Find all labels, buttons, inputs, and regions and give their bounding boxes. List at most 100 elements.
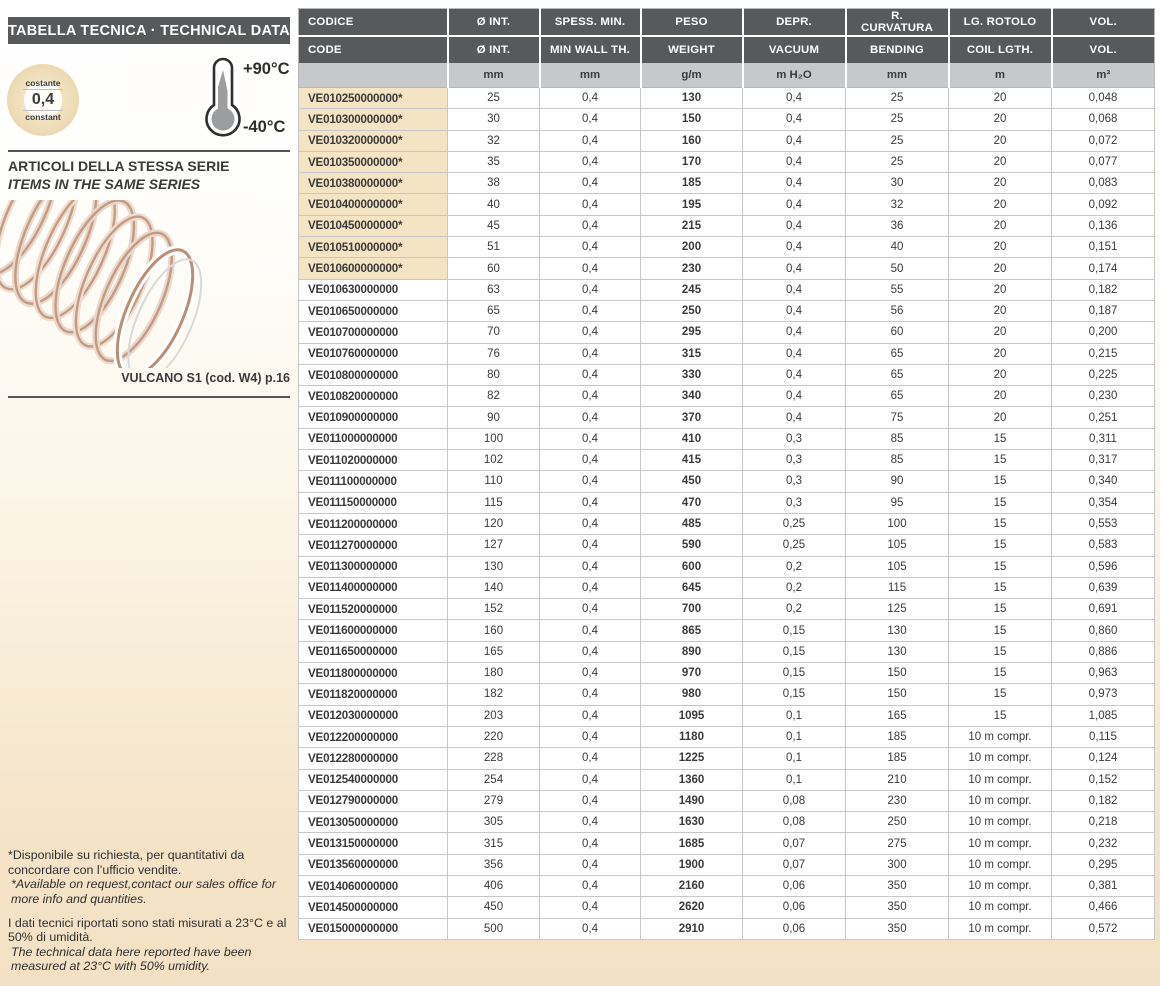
cell-coil-length: 15 (949, 599, 1052, 620)
table-row: VE0135600000003560,419000,0730010 m comp… (299, 854, 1155, 875)
temperature-min: -40°C (243, 118, 285, 137)
table-row: VE0116500000001650,48900,15130150,886 (299, 641, 1155, 662)
cell-vacuum: 0,1 (743, 726, 846, 747)
cell-min-wall-thickness: 0,4 (540, 194, 641, 215)
cell-weight: 485 (641, 513, 743, 534)
header-row-it: CODICEØ INT.SPESS. MIN.PESODEPR.R. CURVA… (299, 9, 1155, 37)
cell-code: VE011300000000 (299, 556, 448, 577)
cell-inner-diameter: 220 (448, 726, 540, 747)
cell-bending-radius: 150 (846, 663, 949, 684)
column-header-coil-length: COIL LGTH. (949, 36, 1052, 63)
cell-volume: 0,691 (1052, 599, 1155, 620)
cell-inner-diameter: 500 (448, 918, 540, 939)
cell-min-wall-thickness: 0,4 (540, 790, 641, 811)
cell-inner-diameter: 40 (448, 194, 540, 215)
cell-inner-diameter: 140 (448, 577, 540, 598)
cell-coil-length: 20 (949, 130, 1052, 151)
cell-weight: 370 (641, 407, 743, 428)
cell-min-wall-thickness: 0,4 (540, 428, 641, 449)
table-row: VE0150000000005000,429100,0635010 m comp… (299, 918, 1155, 939)
cell-coil-length: 10 m compr. (949, 769, 1052, 790)
cell-coil-length: 10 m compr. (949, 726, 1052, 747)
column-header-volume: VOL. (1052, 9, 1155, 37)
unit-weight: g/m (641, 63, 743, 88)
footnote-measurement-en: The technical data here reported have be… (8, 945, 300, 974)
cell-volume: 0,182 (1052, 790, 1155, 811)
header-row-en: CODEØ INT.MIN WALL TH.WEIGHTVACUUMBENDIN… (299, 36, 1155, 63)
badge-label-en: constant (25, 113, 60, 122)
cell-bending-radius: 60 (846, 322, 949, 343)
cell-bending-radius: 65 (846, 343, 949, 364)
cell-code: VE012790000000 (299, 790, 448, 811)
cell-bending-radius: 185 (846, 748, 949, 769)
cell-code: VE012030000000 (299, 705, 448, 726)
cell-min-wall-thickness: 0,4 (540, 450, 641, 471)
cell-bending-radius: 85 (846, 428, 949, 449)
cell-inner-diameter: 356 (448, 854, 540, 875)
cell-min-wall-thickness: 0,4 (540, 386, 641, 407)
cell-bending-radius: 350 (846, 875, 949, 896)
cell-weight: 2910 (641, 918, 743, 939)
table-row: VE0125400000002540,413600,121010 m compr… (299, 769, 1155, 790)
cell-weight: 1360 (641, 769, 743, 790)
cell-code: VE011020000000 (299, 450, 448, 471)
column-header-code: CODE (299, 36, 448, 63)
unit-vacuum: m H₂O (743, 63, 846, 88)
section-title-bar: TABELLA TECNICA · TECHNICAL DATA (8, 17, 290, 44)
table-row: VE0113000000001300,46000,2105150,596 (299, 556, 1155, 577)
cell-inner-diameter: 51 (448, 237, 540, 258)
cell-coil-length: 20 (949, 279, 1052, 300)
cell-coil-length: 15 (949, 684, 1052, 705)
cell-inner-diameter: 63 (448, 279, 540, 300)
units-row: mmmmg/mm H₂Ommmm³ (299, 63, 1155, 88)
cell-code: VE010510000000* (299, 237, 448, 258)
table-row: VE0115200000001520,47000,2125150,691 (299, 599, 1155, 620)
cell-inner-diameter: 120 (448, 513, 540, 534)
cell-coil-length: 20 (949, 407, 1052, 428)
cell-code: VE010350000000* (299, 151, 448, 172)
cell-vacuum: 0,4 (743, 173, 846, 194)
cell-coil-length: 15 (949, 556, 1052, 577)
cell-min-wall-thickness: 0,4 (540, 769, 641, 790)
temperature-max: +90°C (243, 60, 290, 79)
cell-code: VE010400000000* (299, 194, 448, 215)
cell-min-wall-thickness: 0,4 (540, 151, 641, 172)
cell-min-wall-thickness: 0,4 (540, 130, 641, 151)
cell-vacuum: 0,15 (743, 620, 846, 641)
cell-vacuum: 0,4 (743, 130, 846, 151)
cell-code: VE011000000000 (299, 428, 448, 449)
cell-min-wall-thickness: 0,4 (540, 854, 641, 875)
cell-volume: 0,230 (1052, 386, 1155, 407)
cell-weight: 200 (641, 237, 743, 258)
cell-bending-radius: 115 (846, 577, 949, 598)
cell-min-wall-thickness: 0,4 (540, 492, 641, 513)
table-row: VE0111000000001100,44500,390150,340 (299, 471, 1155, 492)
cell-min-wall-thickness: 0,4 (540, 599, 641, 620)
cell-weight: 250 (641, 300, 743, 321)
cell-weight: 1180 (641, 726, 743, 747)
cell-coil-length: 10 m compr. (949, 875, 1052, 896)
cell-code: VE011800000000 (299, 663, 448, 684)
cell-bending-radius: 95 (846, 492, 949, 513)
cell-volume: 0,072 (1052, 130, 1155, 151)
cell-min-wall-thickness: 0,4 (540, 641, 641, 662)
cell-weight: 340 (641, 386, 743, 407)
cell-min-wall-thickness: 0,4 (540, 918, 641, 939)
table-row: VE0114000000001400,46450,2115150,639 (299, 577, 1155, 598)
cell-bending-radius: 65 (846, 386, 949, 407)
cell-coil-length: 15 (949, 513, 1052, 534)
cell-weight: 315 (641, 343, 743, 364)
product-photo-spiral-hose (0, 200, 290, 368)
cell-inner-diameter: 102 (448, 450, 540, 471)
footnote-measurement-it: I dati tecnici riportati sono stati misu… (8, 916, 300, 945)
cell-coil-length: 20 (949, 343, 1052, 364)
column-header-inner-diameter: Ø INT. (448, 9, 540, 37)
cell-inner-diameter: 305 (448, 812, 540, 833)
cell-coil-length: 10 m compr. (949, 748, 1052, 769)
cell-vacuum: 0,08 (743, 790, 846, 811)
cell-code: VE010600000000* (299, 258, 448, 279)
cell-vacuum: 0,1 (743, 769, 846, 790)
table-row: VE010700000000700,42950,460200,200 (299, 322, 1155, 343)
cell-volume: 0,048 (1052, 88, 1155, 109)
cell-coil-length: 10 m compr. (949, 790, 1052, 811)
